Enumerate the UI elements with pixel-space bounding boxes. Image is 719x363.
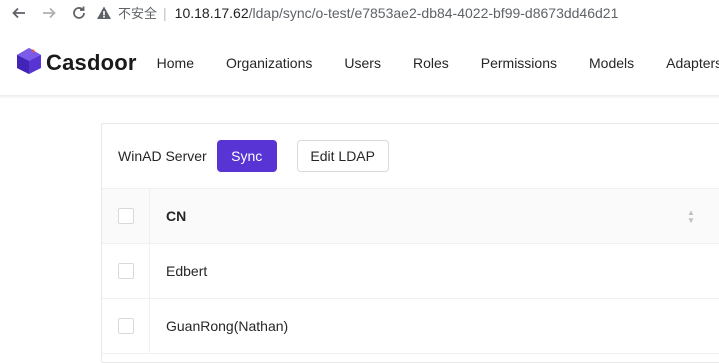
table-header: CN ▲ ▼: [102, 189, 719, 244]
table-row: Edbert: [102, 244, 719, 299]
row-check-cell: [102, 299, 150, 353]
menu-item-permissions[interactable]: Permissions: [481, 55, 557, 71]
sort-down-icon: ▼: [687, 216, 695, 225]
address-bar[interactable]: 不安全 | 10.18.17.62/ldap/sync/o-test/e7853…: [96, 3, 618, 22]
server-name: WinAD Server: [118, 148, 207, 164]
menu-item-organizations[interactable]: Organizations: [226, 55, 312, 71]
row-check-cell: [102, 244, 150, 298]
casdoor-logo-icon: [16, 47, 42, 80]
url-path: /ldap/sync/o-test/e7853ae2-db84-4022-bf9…: [248, 4, 619, 21]
row-checkbox[interactable]: [117, 318, 134, 334]
url-separator: |: [163, 4, 167, 21]
row-cn: Edbert: [166, 263, 208, 279]
select-all-cell: [102, 189, 150, 243]
row-checkbox[interactable]: [117, 263, 134, 279]
ldap-sync-card: WinAD Server Sync Edit LDAP CN ▲ ▼ Edber…: [101, 123, 719, 363]
browser-toolbar: 不安全 | 10.18.17.62/ldap/sync/o-test/e7853…: [0, 0, 719, 25]
select-all-checkbox[interactable]: [117, 208, 134, 224]
menu-item-models[interactable]: Models: [589, 55, 634, 71]
card-header: WinAD Server Sync Edit LDAP: [102, 124, 719, 189]
reload-icon[interactable]: [68, 2, 90, 24]
menu-item-home[interactable]: Home: [157, 55, 194, 71]
app-header: Casdoor Home Organizations Users Roles P…: [0, 31, 719, 95]
back-icon[interactable]: [8, 2, 30, 24]
menu-item-adapters[interactable]: Adapters: [666, 55, 719, 71]
edit-ldap-button[interactable]: Edit LDAP: [296, 140, 389, 172]
column-header-cn[interactable]: CN: [166, 208, 186, 224]
sort-icon[interactable]: ▲ ▼: [687, 209, 695, 225]
main-menu: Home Organizations Users Roles Permissio…: [157, 55, 719, 71]
table-row: GuanRong(Nathan): [102, 299, 719, 354]
brand-name: Casdoor: [46, 50, 137, 75]
insecure-label: 不安全: [118, 6, 158, 21]
row-cn: GuanRong(Nathan): [166, 318, 289, 334]
logo[interactable]: Casdoor: [16, 47, 137, 80]
menu-item-roles[interactable]: Roles: [413, 55, 449, 71]
sync-button[interactable]: Sync: [216, 140, 277, 172]
warning-icon: [96, 5, 112, 21]
url-host: 10.18.17.62: [174, 4, 249, 21]
menu-item-users[interactable]: Users: [344, 55, 381, 71]
forward-icon[interactable]: [38, 2, 60, 24]
